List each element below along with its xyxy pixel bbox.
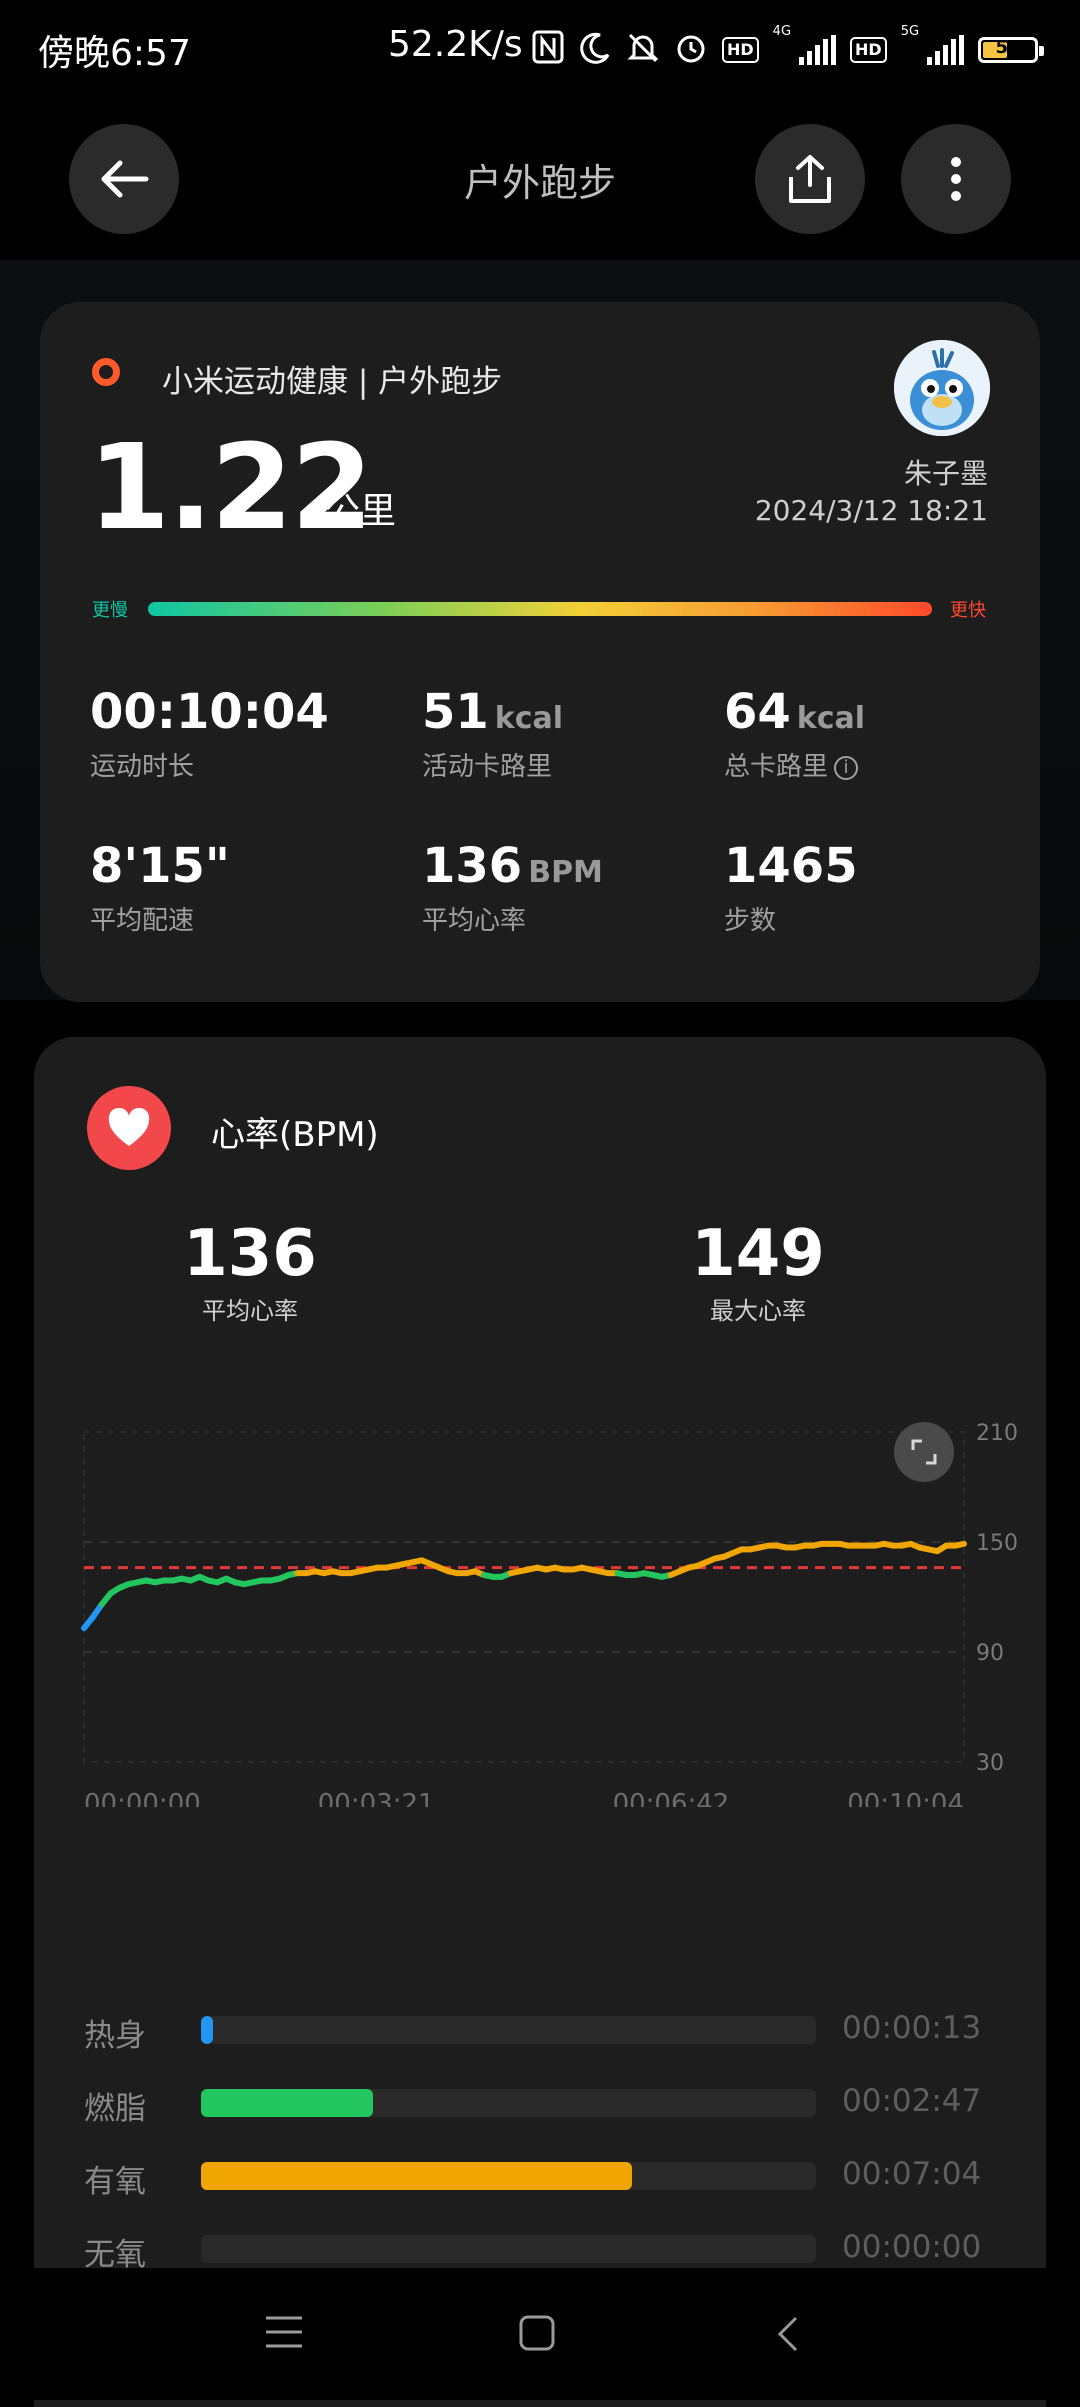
y-tick-label: 150 [976,1531,1018,1556]
home-icon [519,2315,555,2351]
active-calories-value: 51 [422,684,489,740]
heart-badge [87,1086,171,1170]
active-calories-unit: kcal [494,701,564,736]
zone-fill [201,2162,632,2190]
zone-fill [201,2016,214,2044]
share-icon [789,155,831,203]
workout-summary-card: 小米运动健康 | 户外跑步 1.22 公里 朱子墨 2024/3/12 18:2… [40,302,1040,1002]
zone-time: 00:00:13 [842,2010,982,2046]
zone-time: 00:00:00 [842,2229,982,2265]
y-tick-label: 210 [976,1421,1018,1446]
home-button[interactable] [518,2314,556,2356]
stat-active-calories: 51 kcal 活动卡路里 [422,688,563,783]
avg-hr-block: 136 平均心率 [170,1217,330,1326]
bird-avatar-icon [894,340,990,436]
stat-total-calories: 64 kcal 总卡路里 i [724,688,865,783]
stat-pace: 8'15" 平均配速 [90,842,230,937]
signal-icon-2 [927,35,965,65]
zone-time: 00:07:04 [842,2156,982,2192]
avg-hr-value: 136 [422,838,523,894]
zone-name: 热身 [84,2018,146,2054]
system-nav-bar [0,2268,1080,2400]
expand-chart-button[interactable] [894,1422,954,1482]
source-label: 小米运动健康 | 户外跑步 [162,364,503,400]
zone-time: 00:02:47 [842,2083,982,2119]
duration-value: 00:10:04 [90,684,329,740]
avg-hr-label: 平均心率 [422,906,527,936]
net-4g: 4G [772,24,792,39]
info-icon[interactable]: i [834,755,859,780]
heart-rate-card: 心率(BPM) 136 平均心率 149 最大心率 210 150 90 30 00:0… [34,1037,1046,2407]
battery-level: 56 [995,37,1021,58]
y-tick-label: 30 [976,1751,1004,1776]
pace-fast-label: 更快 [950,600,986,621]
zone-track [201,2016,816,2044]
stat-duration: 00:10:04 运动时长 [90,688,329,783]
heart-rate-title: 心率(BPM) [211,1115,379,1155]
heart-rate-chart: 210 150 90 30 00:00:00 00:03:21 00:06:42 00:10:… [81,1421,1018,1807]
zone-name: 有氧 [84,2164,146,2200]
status-icons: HD 4G HD 5G 56 [532,24,1045,76]
duration-label: 运动时长 [90,752,195,782]
avg-hr-caption: 平均心率 [202,1297,298,1325]
heart-icon [108,1108,150,1146]
net-5g: 5G [900,24,920,39]
active-calories-label: 活动卡路里 [422,752,553,782]
x-tick-label: 00:00:00 [84,1789,201,1807]
bell-off-icon [626,31,660,69]
back-icon [777,2316,798,2352]
max-hr-caption: 最大心率 [710,1297,806,1325]
avatar[interactable] [894,340,990,436]
stat-steps: 1465 步数 [724,842,858,937]
expand-icon [911,1439,937,1465]
max-hr-block: 149 最大心率 [678,1217,838,1326]
record-ring-icon [92,358,120,386]
zone-track [201,2235,816,2263]
pace-slow-label: 更慢 [92,600,128,621]
network-speed: 52.2K/s [388,24,523,65]
zone-fill [201,2089,374,2117]
status-time: 傍晚6:57 [38,33,191,74]
status-bar: 傍晚6:57 52.2K/s HD 4G HD 5G 56 [0,0,1080,100]
zone-track [201,2162,816,2190]
nav-back-button[interactable] [776,2314,800,2358]
workout-datetime: 2024/3/12 18:21 [754,494,988,527]
stat-avg-hr: 136 BPM 平均心率 [422,842,603,937]
y-tick-label: 90 [976,1641,1004,1666]
more-button[interactable] [901,124,1011,234]
steps-label: 步数 [724,906,777,936]
x-tick-label: 00:03:21 [318,1789,435,1807]
distance-unit: 公里 [324,491,397,532]
chart-frame [83,1431,965,1763]
alarm-icon [674,31,708,69]
more-vertical-icon [951,157,961,201]
total-calories-value: 64 [724,684,791,740]
moon-icon [578,31,612,69]
pace-label: 平均配速 [90,906,195,936]
x-tick-label: 00:10:04 [847,1789,964,1807]
menu-button[interactable] [264,2314,304,2354]
share-button[interactable] [755,124,865,234]
steps-value: 1465 [724,838,858,894]
battery-icon: 56 [978,37,1045,63]
user-name: 朱子墨 [903,457,988,490]
signal-icon-1 [799,35,837,65]
hd-badge-2: HD [850,37,887,63]
max-hr-big: 149 [691,1217,825,1291]
zone-name: 燃脂 [84,2091,146,2127]
menu-icon [266,2316,302,2348]
nfc-icon [532,30,564,70]
zone-track [201,2089,816,2117]
hd-badge-1: HD [722,37,759,63]
x-tick-label: 00:06:42 [613,1789,730,1807]
avg-hr-unit: BPM [528,855,603,890]
pace-gradient-bar [148,602,932,616]
hr-line-segment [952,1540,967,1549]
total-calories-unit: kcal [796,701,866,736]
pace-value: 8'15" [90,838,230,894]
avg-hr-big: 136 [183,1217,317,1291]
total-calories-label: 总卡路里 [724,752,829,782]
